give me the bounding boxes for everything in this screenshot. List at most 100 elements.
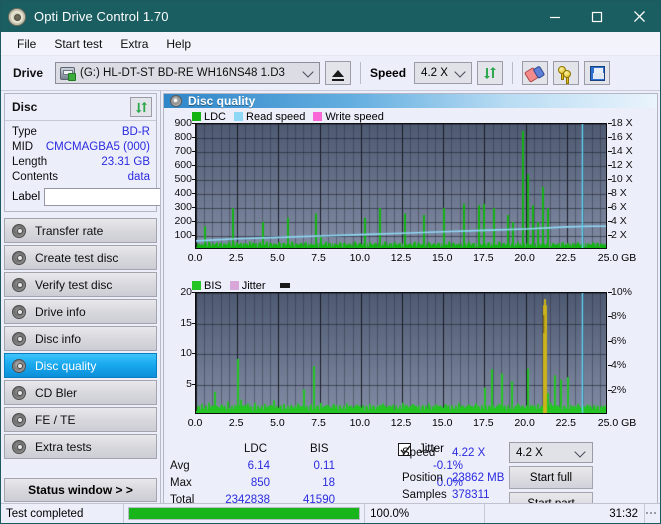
x-tick-label: 15.0 <box>431 417 453 429</box>
y-tick-mark <box>192 123 195 124</box>
progress-percent: 100.0% <box>365 503 486 523</box>
menu-item-start-test[interactable]: Start test <box>45 34 111 54</box>
sidebar-item-label: Create test disc <box>35 250 119 265</box>
y-tick-mark <box>192 221 195 222</box>
x-tick-label: 0.0 <box>187 252 203 264</box>
y-tick-label: 400 <box>174 187 192 199</box>
sidebar-item-transfer-rate[interactable]: Transfer rate <box>4 218 157 243</box>
disc-test-icon <box>12 250 26 265</box>
sidebar-item-drive-info[interactable]: Drive info <box>4 299 157 324</box>
ldc-plot-wrapper: 100 200 300 400 500 600 700 800 900 2 X 4 X 6 X 8 X… <box>164 117 657 275</box>
x-tick-label: 7.5 <box>311 252 326 264</box>
disc-quality-panel: Disc quality LDC Read speed Write speed … <box>163 93 658 515</box>
erase-button[interactable] <box>522 61 549 85</box>
refresh-button[interactable] <box>477 61 504 85</box>
y2-tick-label: 2% <box>611 383 627 396</box>
y2-tick-mark <box>608 292 612 293</box>
resize-grip[interactable] <box>645 511 660 516</box>
close-icon[interactable] <box>618 1 660 32</box>
test-speed-select[interactable]: 4.2 X <box>509 442 593 463</box>
bis-plot[interactable] <box>195 292 607 414</box>
floppy-disk-icon <box>589 65 605 81</box>
sidebar-item-disc-quality[interactable]: Disc quality <box>4 353 157 378</box>
legend-label-ldc: LDC <box>204 110 227 123</box>
keys-button[interactable] <box>553 61 580 85</box>
disc-test-icon <box>12 385 26 400</box>
stats-header-bis: BIS <box>310 443 329 455</box>
y-tick-mark <box>192 137 195 138</box>
y-tick-label: 20 <box>180 286 192 298</box>
sidebar-item-disc-info[interactable]: Disc info <box>4 326 157 351</box>
sidebar-item-cd-bler[interactable]: CD Bler <box>4 380 157 405</box>
status-window-button[interactable]: Status window > > <box>4 478 157 502</box>
status-bar: Test completed 100.0% 31:32 <box>1 503 660 523</box>
y2-tick-label: 12 X <box>611 159 633 171</box>
x-tick-label: 17.5 <box>473 252 494 264</box>
y2-tick-mark <box>608 340 612 342</box>
x-tick-label: 22.5 <box>555 417 577 429</box>
legend-swatch-read-speed <box>234 112 244 121</box>
sidebar-item-label: CD Bler <box>35 385 78 400</box>
jitter-scale-marker <box>279 283 290 288</box>
panel-header: Disc quality <box>164 94 657 108</box>
sidebar-item-label: Drive info <box>35 304 86 319</box>
start-full-button[interactable]: Start full <box>509 466 593 489</box>
toolbar-divider <box>360 62 362 84</box>
x-tick-label: 12.5 <box>390 417 412 429</box>
y2-tick-label: 4% <box>611 359 627 372</box>
y-tick-mark <box>192 235 195 236</box>
legend-label-read-speed: Read speed <box>246 110 306 123</box>
disc-test-icon <box>12 412 26 427</box>
save-button[interactable] <box>584 61 611 85</box>
y2-tick-mark <box>608 123 612 124</box>
legend-item-bis: BIS <box>192 280 222 292</box>
disc-refresh-button[interactable] <box>130 97 152 117</box>
drive-select-value: (G:) HL-DT-ST BD-RE WH16NS48 1.D3 <box>80 67 285 79</box>
stats-row-label-max: Max <box>170 477 192 489</box>
x-tick-label: 20.0 <box>514 417 535 429</box>
chevron-down-icon <box>574 445 586 458</box>
status-message: Test completed <box>1 503 125 523</box>
x-tick-label: 12.5 <box>390 252 412 264</box>
y2-tick-label: 8% <box>611 310 627 323</box>
minimize-icon[interactable] <box>534 1 576 32</box>
sidebar-item-verify-test-disc[interactable]: Verify test disc <box>4 272 157 297</box>
menu-item-help[interactable]: Help <box>157 34 200 54</box>
sidebar-item-extra-tests[interactable]: Extra tests <box>4 434 157 459</box>
toolbar: Drive (G:) HL-DT-ST BD-RE WH16NS48 1.D3 … <box>1 56 660 91</box>
sidebar-item-fe-te[interactable]: FE / TE <box>4 407 157 432</box>
speed-select[interactable]: 4.2 X <box>414 62 473 84</box>
x-tick-label: 10.0 <box>349 252 371 264</box>
y2-tick-mark <box>608 316 612 318</box>
menu-item-file[interactable]: File <box>8 34 45 54</box>
disc-row-contents: Contents data <box>12 169 150 184</box>
samples-readout-label: Samples <box>402 489 447 501</box>
legend-label-jitter: Jitter <box>241 279 266 292</box>
title-bar: Opti Drive Control 1.70 <box>1 1 660 32</box>
y-tick-mark <box>192 207 195 208</box>
x-tick-label: 17.5 <box>473 417 494 429</box>
legend-item-jitter: Jitter <box>229 279 266 292</box>
y2-tick-mark <box>608 207 612 208</box>
legend-label-bis: BIS <box>204 279 222 292</box>
y-tick-label: 15 <box>180 316 192 329</box>
disc-test-icon <box>12 223 26 238</box>
x-tick-label: 10.0 <box>349 417 371 429</box>
legend-swatch-jitter <box>229 281 239 290</box>
eject-button[interactable] <box>325 61 352 85</box>
y-tick-label: 500 <box>174 173 192 185</box>
y-tick-label: 10 <box>180 347 192 359</box>
menu-bar: File Start test Extra Help <box>1 32 660 56</box>
ldc-plot[interactable] <box>195 123 607 249</box>
sidebar-item-create-test-disc[interactable]: Create test disc <box>4 245 157 270</box>
legend-swatch-ldc <box>192 112 201 121</box>
menu-item-extra[interactable]: Extra <box>111 34 157 54</box>
keys-icon <box>557 65 575 84</box>
window-controls <box>534 1 660 32</box>
drive-select[interactable]: (G:) HL-DT-ST BD-RE WH16NS48 1.D3 <box>55 62 321 84</box>
ldc-chart-legend: LDC Read speed Write speed <box>164 110 657 123</box>
y-tick-mark <box>192 292 195 293</box>
maximize-icon[interactable] <box>576 1 618 32</box>
disc-label-caption: Label <box>12 191 41 203</box>
